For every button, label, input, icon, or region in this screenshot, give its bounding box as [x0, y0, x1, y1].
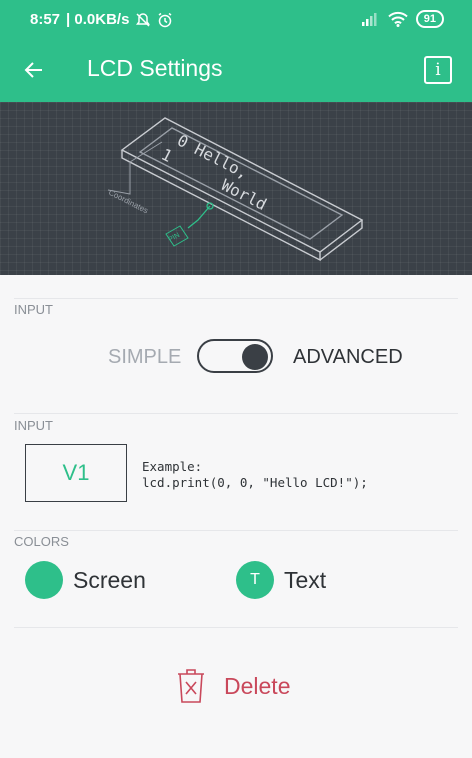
app-bar: LCD Settings i	[0, 38, 472, 102]
example-title: Example:	[142, 459, 203, 474]
pin-selector-button[interactable]: V1	[25, 444, 127, 502]
screen-color-swatch	[25, 561, 63, 599]
section-label-input-mode: INPUT	[14, 302, 53, 317]
delete-button[interactable]: Delete	[176, 668, 290, 704]
coordinates-label: Coordinates	[107, 188, 150, 216]
simple-mode-label[interactable]: SIMPLE	[108, 346, 181, 369]
advanced-mode-label[interactable]: ADVANCED	[293, 346, 403, 369]
mode-toggle[interactable]	[197, 339, 273, 373]
battery-icon: 91	[415, 10, 444, 28]
mode-switch-row: SIMPLE ADVANCED	[0, 337, 472, 377]
text-color-picker[interactable]: T Text	[236, 560, 326, 600]
status-time: 8:57	[30, 11, 61, 28]
mute-bell-icon	[136, 12, 151, 27]
signal-icon	[361, 13, 377, 26]
section-label-colors: COLORS	[14, 534, 69, 549]
trash-icon	[178, 669, 204, 703]
status-network-speed: | 0.0KB/s	[66, 11, 130, 28]
info-icon[interactable]: i	[424, 56, 452, 84]
divider	[14, 627, 458, 628]
delete-label: Delete	[224, 672, 291, 699]
example-code: lcd.print(0, 0, "Hello LCD!");	[142, 475, 368, 490]
section-label-input: INPUT	[14, 418, 53, 433]
page-title: LCD Settings	[87, 55, 223, 81]
text-color-swatch: T	[236, 561, 274, 599]
divider	[14, 530, 458, 531]
lcd-diagram: 0 Hello, 1 World Coordinates PIN	[107, 117, 364, 262]
wifi-icon	[388, 11, 408, 27]
back-arrow-icon[interactable]	[20, 56, 48, 84]
pin-label: PIN	[168, 232, 182, 244]
divider	[14, 413, 458, 414]
screen-color-label: Screen	[73, 566, 146, 593]
pin-value: V1	[62, 460, 90, 485]
text-swatch-glyph: T	[250, 571, 260, 588]
screen-color-picker[interactable]: Screen	[25, 560, 146, 600]
toggle-knob	[242, 344, 268, 370]
alarm-icon	[158, 12, 172, 27]
status-bar: 8:57 | 0.0KB/s 91	[0, 0, 472, 38]
usage-example: Example: lcd.print(0, 0, "Hello LCD!");	[142, 459, 368, 491]
lcd-preview-illustration: 0 Hello, 1 World Coordinates PIN	[0, 102, 472, 275]
divider	[14, 298, 458, 299]
text-color-label: Text	[284, 566, 327, 593]
